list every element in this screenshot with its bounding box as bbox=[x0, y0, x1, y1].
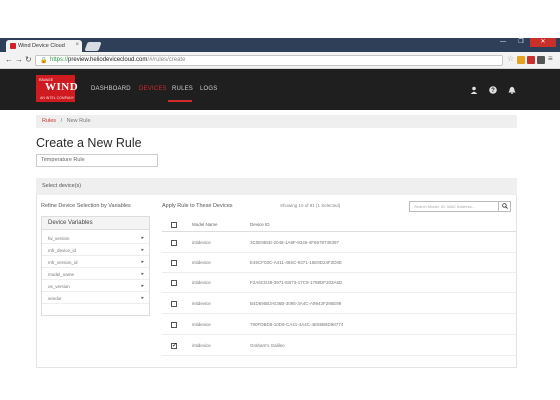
logo-main-text: WIND bbox=[45, 81, 79, 93]
search-icon[interactable] bbox=[498, 201, 510, 212]
extension-icon[interactable] bbox=[537, 56, 545, 64]
table-row[interactable]: ✓ intidevice Graham's Galileo bbox=[162, 336, 517, 356]
url-path: /#/rules/create bbox=[147, 57, 186, 63]
row-checkbox[interactable] bbox=[171, 280, 177, 286]
breadcrumb-separator: / bbox=[60, 118, 63, 124]
device-id-cell: F2A6CD48-3971-EB73-17C9-1798DF203A5D bbox=[250, 280, 343, 285]
column-model-name[interactable]: Model Name bbox=[192, 222, 218, 227]
browser-tab[interactable]: Wind Device Cloud × bbox=[6, 40, 82, 52]
reload-icon[interactable]: ↻ bbox=[25, 55, 32, 64]
url-host: preview.heliodevicecloud.com bbox=[68, 57, 148, 63]
bell-icon[interactable] bbox=[508, 86, 516, 96]
nav-rules[interactable]: RULES bbox=[172, 86, 193, 92]
row-checkbox-checked[interactable]: ✓ bbox=[171, 343, 177, 349]
table-row[interactable]: intidevice B4D695B3-E36B-3095-3A4C-A9942… bbox=[162, 294, 517, 314]
caret-right-icon: ▸ bbox=[141, 271, 144, 277]
forward-arrow-icon[interactable]: → bbox=[15, 55, 23, 64]
svg-text:?: ? bbox=[491, 88, 495, 94]
breadcrumb-rules-link[interactable]: Rules bbox=[42, 118, 56, 124]
menu-icon[interactable]: ≡ bbox=[548, 54, 553, 63]
caret-right-icon: ▸ bbox=[141, 247, 144, 253]
variable-label: mfr_version_id bbox=[48, 260, 78, 265]
tab-title: Wind Device Cloud bbox=[18, 43, 65, 49]
apply-label: Apply Rule to These Devices bbox=[162, 203, 233, 209]
page: Wind Device Cloud × — ❐ ✕ ← → ↻ 🔒 https:… bbox=[0, 0, 560, 400]
row-checkbox[interactable] bbox=[171, 240, 177, 246]
extension-icon[interactable] bbox=[527, 56, 535, 64]
caret-right-icon: ▸ bbox=[141, 235, 144, 241]
device-id-cell: B4D695B3-E36B-3095-3A4C-A9942F295E99 bbox=[250, 301, 342, 306]
table-row[interactable]: intidevice 790FDBD9-10D9-CA41-4A4C-4E55B… bbox=[162, 315, 517, 335]
row-checkbox[interactable] bbox=[171, 301, 177, 307]
variable-item[interactable]: vendor ▸ bbox=[42, 293, 149, 304]
device-id-cell: E46CF03C-A411-466C-9371-15E9D24F2D0E bbox=[250, 260, 342, 265]
column-device-id[interactable]: Device ID bbox=[250, 222, 270, 227]
refine-label: Refine Device Selection by Variables bbox=[41, 203, 131, 209]
variable-item[interactable]: os_version ▸ bbox=[42, 281, 149, 292]
caret-right-icon: ▸ bbox=[141, 259, 144, 265]
nav-logs[interactable]: LOGS bbox=[200, 86, 217, 92]
model-name-cell: intidevice bbox=[192, 322, 211, 327]
active-nav-indicator bbox=[168, 100, 192, 102]
model-name-cell: intidevice bbox=[192, 280, 211, 285]
window-close-button[interactable]: ✕ bbox=[530, 38, 556, 47]
search-placeholder: Search Model, ID, MAC Address... bbox=[414, 204, 475, 209]
page-title: Create a New Rule bbox=[36, 136, 142, 150]
variable-item[interactable]: model_name ▸ bbox=[42, 269, 149, 280]
showing-count: Showing 10 of 91 (1 Selected) bbox=[280, 203, 341, 208]
nav-dashboard[interactable]: DASHBOARD bbox=[91, 86, 131, 92]
browser-toolbar: ← → ↻ 🔒 https://preview.heliodevicecloud… bbox=[0, 52, 560, 69]
extension-icon[interactable] bbox=[517, 56, 525, 64]
row-checkbox[interactable] bbox=[171, 260, 177, 266]
model-name-cell: intidevice bbox=[192, 240, 211, 245]
select-devices-heading: Select device(s) bbox=[36, 178, 517, 195]
variable-label: fw_version bbox=[48, 236, 70, 241]
minimize-button[interactable]: — bbox=[494, 38, 512, 47]
lock-icon: 🔒 bbox=[40, 58, 48, 64]
variable-item[interactable]: mfr_device_id ▸ bbox=[42, 245, 149, 256]
device-search-input[interactable]: Search Model, ID, MAC Address... bbox=[409, 201, 511, 212]
address-bar[interactable]: 🔒 https://preview.heliodevicecloud.com/#… bbox=[35, 55, 503, 66]
devices-table-header: Model Name Device ID bbox=[162, 218, 517, 232]
row-checkbox[interactable] bbox=[171, 322, 177, 328]
variable-item[interactable]: mfr_version_id ▸ bbox=[42, 257, 149, 268]
variable-item[interactable]: fw_version ▸ bbox=[42, 233, 149, 244]
table-row[interactable]: intidevice F2A6CD48-3971-EB73-17C9-1798D… bbox=[162, 273, 517, 293]
breadcrumb: Rules / New Rule bbox=[36, 115, 517, 128]
maximize-button[interactable]: ❐ bbox=[512, 38, 530, 47]
new-tab-button[interactable] bbox=[84, 42, 102, 51]
device-id-cell: Graham's Galileo bbox=[250, 343, 285, 348]
model-name-cell: intidevice bbox=[192, 260, 211, 265]
model-name-cell: intidevice bbox=[192, 343, 211, 348]
tab-close-icon[interactable]: × bbox=[75, 42, 79, 48]
user-icon[interactable] bbox=[470, 86, 478, 96]
device-variables-heading: Device Variables bbox=[41, 216, 150, 230]
device-id-cell: 3C0E955D-2048-1A9F-9346-4F6679736397 bbox=[250, 240, 340, 245]
model-name-cell: intidevice bbox=[192, 301, 211, 306]
back-arrow-icon[interactable]: ← bbox=[5, 55, 13, 64]
logo-sub-text: AN INTEL COMPANY bbox=[40, 96, 75, 100]
table-row[interactable]: intidevice 3C0E955D-2048-1A9F-9346-4F667… bbox=[162, 233, 517, 253]
caret-right-icon: ▸ bbox=[141, 283, 144, 289]
browser-tab-strip: Wind Device Cloud × bbox=[0, 38, 560, 52]
device-id-cell: 790FDBD9-10D9-CA41-4A4C-4E55B6D98774 bbox=[250, 322, 344, 327]
rule-name-input[interactable]: Temperature Rule bbox=[36, 154, 158, 167]
select-all-checkbox[interactable] bbox=[171, 222, 177, 228]
nav-devices[interactable]: DEVICES bbox=[139, 86, 167, 92]
url-scheme: https:// bbox=[50, 57, 69, 63]
variable-label: model_name bbox=[48, 272, 75, 277]
table-row[interactable]: intidevice E46CF03C-A411-466C-9371-15E9D… bbox=[162, 253, 517, 273]
variable-label: os_version bbox=[48, 284, 70, 289]
caret-right-icon: ▸ bbox=[141, 295, 144, 301]
favicon-icon bbox=[10, 43, 16, 49]
variable-label: mfr_device_id bbox=[48, 248, 77, 253]
breadcrumb-current: New Rule bbox=[66, 118, 91, 124]
variable-label: vendor bbox=[48, 296, 62, 301]
bookmark-star-icon[interactable]: ☆ bbox=[507, 54, 514, 63]
wind-logo[interactable]: RAVAGE WIND AN INTEL COMPANY bbox=[36, 75, 79, 102]
help-icon[interactable]: ? bbox=[489, 86, 497, 96]
